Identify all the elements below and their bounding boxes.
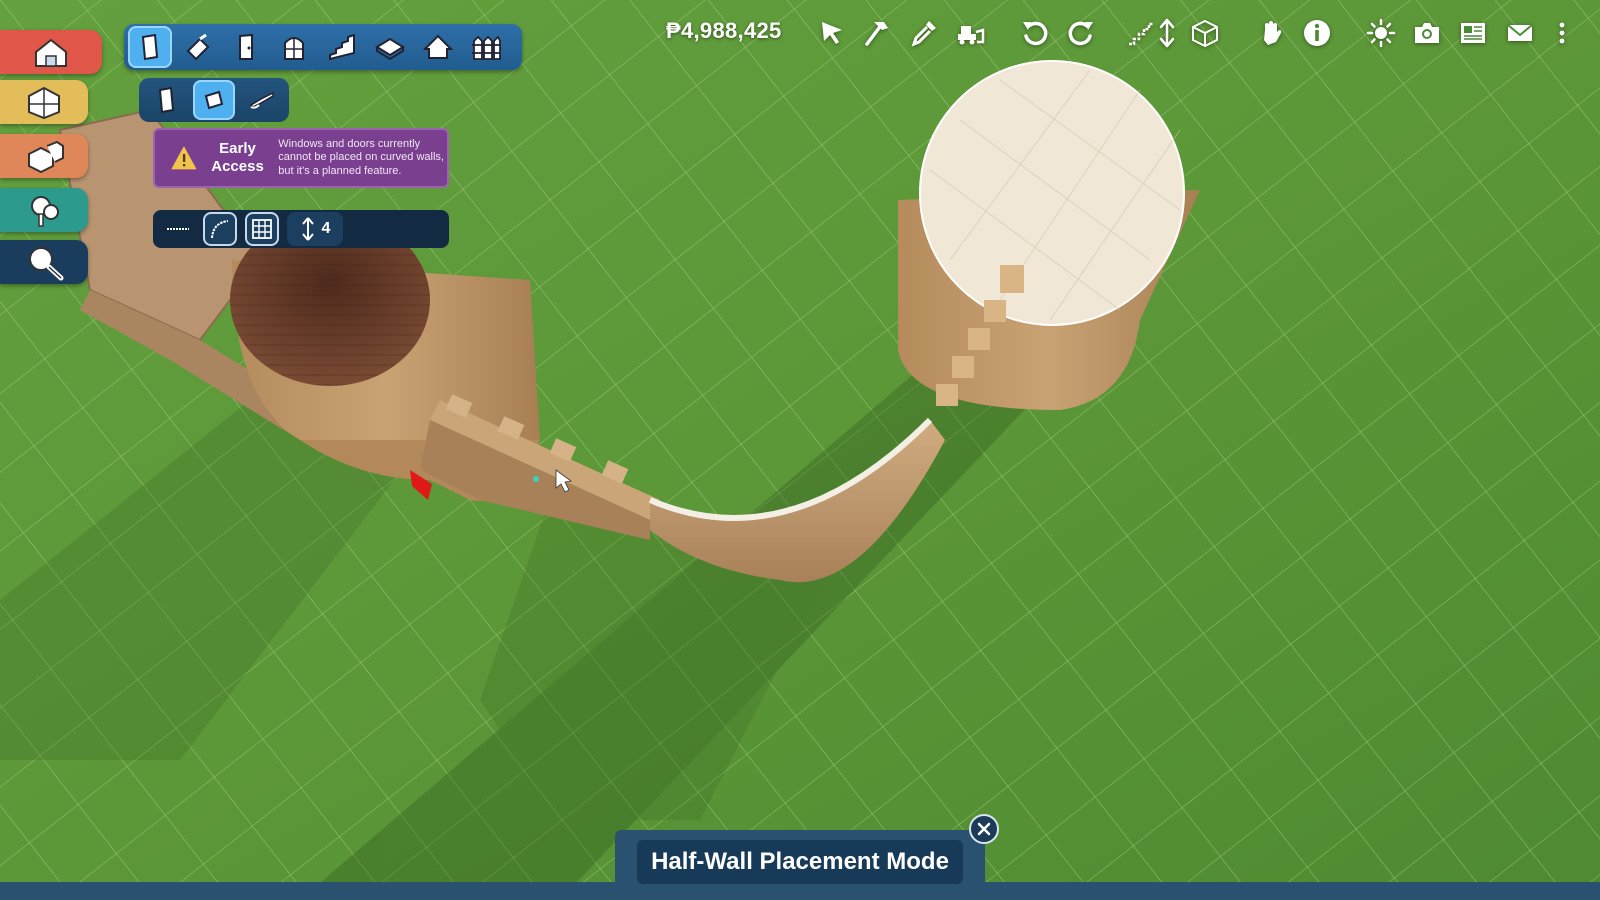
news-button[interactable] xyxy=(1456,16,1490,50)
paint-tool-button[interactable] xyxy=(176,26,220,68)
placement-point xyxy=(533,476,539,482)
grid-snap-icon xyxy=(252,219,272,239)
hand-grab-icon xyxy=(1264,21,1282,45)
rooms-icon xyxy=(28,86,60,120)
eyedropper-icon xyxy=(911,21,936,47)
straight-wall-button[interactable] xyxy=(161,212,195,246)
category-furniture[interactable] xyxy=(0,134,88,178)
paint-tool-icon xyxy=(186,33,210,61)
fence-tool-button[interactable] xyxy=(464,26,508,68)
stairs-tool-icon xyxy=(329,33,355,61)
wall-options-bar: 4 xyxy=(153,210,449,248)
wireframe-cube-icon xyxy=(1192,19,1218,48)
mail-button[interactable] xyxy=(1503,16,1537,50)
landscaping-icon xyxy=(31,196,59,227)
wireframe-view-button[interactable] xyxy=(1188,16,1222,50)
undo-button[interactable] xyxy=(1018,16,1052,50)
height-stepper-icon xyxy=(301,217,314,241)
redo-button[interactable] xyxy=(1064,16,1098,50)
category-rooms[interactable] xyxy=(0,80,88,124)
more-menu-icon xyxy=(1559,22,1565,44)
camera-button[interactable] xyxy=(1410,16,1444,50)
undo-icon xyxy=(1023,21,1048,46)
wall-brush-button[interactable] xyxy=(241,80,283,120)
floor-tool-button[interactable] xyxy=(368,26,412,68)
grid-snap-button[interactable] xyxy=(245,212,279,246)
category-build[interactable] xyxy=(0,30,102,74)
more-menu-button[interactable] xyxy=(1550,16,1574,50)
early-access-notice: Early Access Windows and doors currently… xyxy=(153,128,449,188)
warning-icon xyxy=(171,146,197,170)
early-access-message: Windows and doors currently cannot be pl… xyxy=(278,137,444,177)
info-icon xyxy=(1304,20,1330,46)
fence-tool-icon xyxy=(472,35,501,60)
roof-tool-button[interactable] xyxy=(416,26,460,68)
half-wall-button[interactable] xyxy=(193,80,235,120)
build-tools-toolbar xyxy=(124,24,522,70)
mode-banner-label: Half-Wall Placement Mode xyxy=(637,840,963,884)
eyedropper-button[interactable] xyxy=(907,16,941,50)
category-landscaping[interactable] xyxy=(0,188,88,232)
funds-display: ₱4,988,425 xyxy=(666,18,782,43)
full-wall-button[interactable] xyxy=(145,80,187,120)
curved-wall-button[interactable] xyxy=(203,212,237,246)
exit-mode-button[interactable] xyxy=(969,814,999,844)
wall-tool-icon xyxy=(141,33,159,61)
early-access-title: Early Access xyxy=(211,140,264,175)
door-tool-icon xyxy=(239,33,253,60)
door-tool-button[interactable] xyxy=(224,26,268,68)
close-icon xyxy=(977,822,991,836)
hand-grab-button[interactable] xyxy=(1254,16,1288,50)
game-viewport[interactable]: Early Access Windows and doors currently… xyxy=(0,0,1600,900)
curved-wall-icon xyxy=(211,220,229,239)
wall-tool-button[interactable] xyxy=(128,26,172,68)
select-cursor-icon xyxy=(822,22,842,44)
newspaper-icon xyxy=(1461,23,1485,43)
bulldoze-icon xyxy=(958,26,985,45)
info-button[interactable] xyxy=(1300,16,1334,50)
half-wall-icon xyxy=(204,90,224,110)
hammer-icon xyxy=(865,22,888,46)
select-tool-button[interactable] xyxy=(815,16,849,50)
bulldoze-button[interactable] xyxy=(953,16,987,50)
stairs-tool-button[interactable] xyxy=(320,26,364,68)
sun-icon xyxy=(1366,18,1396,48)
time-of-day-button[interactable] xyxy=(1364,16,1398,50)
tower-top-floor[interactable] xyxy=(919,60,1185,326)
wall-height-stepper[interactable]: 4 xyxy=(287,212,343,246)
window-tool-button[interactable] xyxy=(272,26,316,68)
furniture-icon xyxy=(28,140,64,174)
roof-tool-icon xyxy=(422,34,454,59)
build-hammer-button[interactable] xyxy=(860,16,894,50)
straight-wall-icon xyxy=(167,228,189,230)
window-tool-icon xyxy=(284,37,304,60)
wall-type-toolbar xyxy=(139,78,289,122)
search-icon xyxy=(29,247,64,281)
level-updown-icon xyxy=(1159,18,1175,48)
house-build-icon xyxy=(35,38,67,67)
wall-height-value: 4 xyxy=(321,220,331,237)
floor-tool-icon xyxy=(375,37,405,61)
category-search[interactable] xyxy=(0,240,88,284)
level-updown-button[interactable] xyxy=(1150,16,1184,50)
redo-icon xyxy=(1068,21,1093,46)
camera-icon xyxy=(1415,23,1439,43)
wall-brush-icon xyxy=(249,91,274,109)
mail-icon xyxy=(1507,24,1533,41)
full-wall-icon xyxy=(158,86,175,114)
